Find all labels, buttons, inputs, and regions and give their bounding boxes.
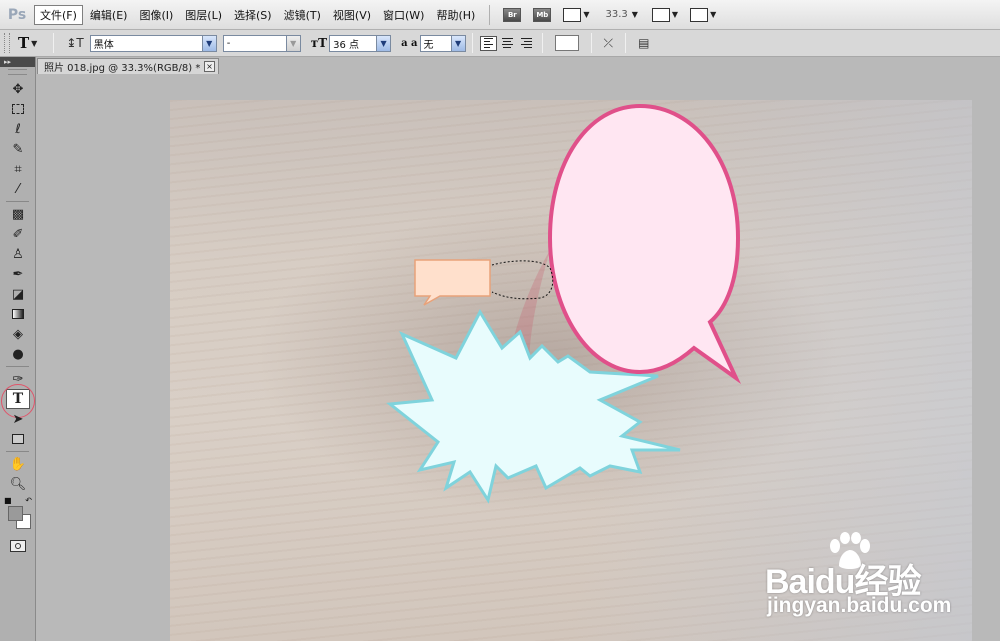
options-separator: [541, 33, 543, 53]
menu-layer[interactable]: 图层(L): [180, 6, 227, 24]
menu-separator: [489, 4, 491, 25]
chevron-down-icon: ▼: [583, 10, 590, 19]
photoshop-window: Ps 文件(F) 编辑(E) 图像(I) 图层(L) 选择(S) 滤镜(T) 视…: [0, 0, 1000, 641]
options-separator: [590, 33, 592, 53]
mini-bridge-button[interactable]: Mb: [533, 7, 552, 22]
warp-text-icon[interactable]: ⤫: [604, 36, 614, 51]
align-left-button[interactable]: [479, 35, 497, 51]
font-size-value: 36 点: [333, 39, 359, 51]
options-grip[interactable]: [4, 33, 10, 53]
brush-tool-icon[interactable]: ✐: [6, 224, 30, 244]
options-separator: [53, 33, 55, 53]
close-icon[interactable]: ×: [204, 61, 215, 72]
spot-healing-tool-icon[interactable]: ▩: [6, 204, 30, 224]
mini-bridge-icon: Mb: [533, 7, 552, 22]
arrange-documents-button[interactable]: ▼: [651, 7, 679, 22]
chevron-down-icon: ▼: [285, 35, 300, 51]
crop-tool-icon[interactable]: ⌗: [6, 159, 30, 179]
baidu-watermark: Baidu经验 jingyan.baidu.com: [765, 532, 985, 622]
chevron-down-icon: ▼: [201, 35, 216, 51]
menu-image[interactable]: 图像(I): [134, 6, 178, 24]
screen-mode-button[interactable]: ▼: [690, 7, 717, 22]
hand-tool-icon[interactable]: ✋: [6, 454, 30, 474]
color-swatches: ↶ ■: [4, 496, 34, 534]
menu-file[interactable]: 文件(F): [34, 4, 83, 25]
view-extras-button[interactable]: ▼: [563, 7, 590, 22]
swap-colors-icon[interactable]: ■: [4, 496, 12, 505]
screen-mode-icon: [690, 7, 709, 22]
tools-panel-grip[interactable]: [8, 69, 27, 75]
document-title: 照片 018.jpg @ 33.3%(RGB/8) *: [44, 63, 201, 74]
align-center-button[interactable]: [499, 36, 516, 51]
menu-filter[interactable]: 滤镜(T): [279, 6, 326, 24]
zoom-level[interactable]: 33.3: [606, 9, 628, 20]
font-style-value: -: [226, 37, 231, 49]
arrange-icon: [651, 7, 670, 22]
quick-mask-icon: [15, 543, 21, 549]
rect-callout[interactable]: [414, 259, 491, 306]
options-separator: [625, 33, 627, 53]
tools-panel: ▸▸ ✥ ℓ ✎ ⌗ ⁄ ▩ ✐ ♙ ✒ ◪ ◈ ● ✑ T ➤ ✋ 🔍︎ ↶ …: [0, 57, 36, 641]
antialias-icon: a a: [401, 37, 418, 49]
menu-help[interactable]: 帮助(H): [431, 6, 480, 24]
chevron-down-icon[interactable]: ▼: [632, 10, 638, 19]
type-tool-icon[interactable]: T: [1, 384, 35, 418]
align-right-button[interactable]: [518, 36, 535, 51]
eyedropper-tool-icon[interactable]: ⁄: [6, 179, 30, 199]
rectangle-tool-icon[interactable]: [6, 429, 30, 449]
options-separator: [471, 33, 473, 53]
chevron-down-icon: ▼: [710, 10, 717, 19]
type-tool-icon: T: [18, 34, 30, 52]
tools-separator: [6, 201, 29, 202]
tool-preset-picker[interactable]: T ▼: [18, 34, 37, 52]
font-style-select[interactable]: - ▼: [222, 34, 301, 52]
default-colors-icon[interactable]: ↶: [25, 496, 32, 505]
font-family-value: 黑体: [93, 39, 114, 51]
bridge-icon: Br: [503, 7, 522, 22]
lasso-tool-icon[interactable]: ℓ: [6, 119, 30, 139]
oval-speech-bubble[interactable]: [547, 103, 742, 385]
quick-mask-button[interactable]: [10, 540, 26, 552]
menu-view[interactable]: 视图(V): [328, 6, 376, 24]
font-size-select[interactable]: 36 点 ▼: [329, 34, 392, 52]
text-color-swatch[interactable]: [554, 35, 579, 51]
chevron-down-icon: ▼: [671, 10, 679, 19]
baidu-url-text: jingyan.baidu.com: [767, 594, 952, 617]
antialias-value: 无: [423, 39, 434, 51]
app-logo: Ps: [7, 6, 27, 23]
text-orientation-icon[interactable]: ↨T: [66, 36, 83, 50]
foreground-color-swatch[interactable]: [8, 506, 23, 521]
menu-select[interactable]: 选择(S): [229, 6, 277, 24]
tools-separator: [6, 366, 29, 367]
view-extras-icon: [563, 7, 582, 22]
font-family-select[interactable]: 黑体 ▼: [89, 34, 217, 52]
marquee-tool-icon[interactable]: [6, 99, 30, 119]
history-brush-tool-icon[interactable]: ✒: [6, 264, 30, 284]
quick-selection-tool-icon[interactable]: ✎: [6, 139, 30, 159]
document-tab[interactable]: 照片 018.jpg @ 33.3%(RGB/8) * ×: [37, 58, 219, 74]
path-selection-tool-icon[interactable]: ➤: [6, 409, 30, 429]
tools-panel-header[interactable]: ▸▸: [0, 57, 35, 67]
menu-window[interactable]: 窗口(W): [378, 6, 429, 24]
clone-stamp-tool-icon[interactable]: ♙: [6, 244, 30, 264]
zoom-tool-icon[interactable]: 🔍︎: [6, 474, 30, 494]
menu-edit[interactable]: 编辑(E): [85, 6, 133, 24]
eraser-tool-icon[interactable]: ◪: [6, 284, 30, 304]
options-bar: T ▼ ↨T 黑体 ▼ - ▼ ᴛT 36 点 ▼ a a 无 ▼ ⤫ ▤: [0, 30, 1000, 57]
blur-tool-icon[interactable]: ◈: [6, 324, 30, 344]
chevron-down-icon: ▼: [450, 35, 465, 51]
character-panel-icon[interactable]: ▤: [638, 36, 649, 50]
bridge-button[interactable]: Br: [503, 7, 522, 22]
dodge-tool-icon[interactable]: ●: [6, 344, 30, 364]
chevron-down-icon: ▼: [376, 35, 391, 51]
move-tool-icon[interactable]: ✥: [6, 79, 30, 99]
font-size-icon: ᴛT: [310, 36, 328, 50]
chevron-down-icon: ▼: [31, 38, 38, 48]
tools-separator: [6, 451, 29, 452]
menu-bar: Ps 文件(F) 编辑(E) 图像(I) 图层(L) 选择(S) 滤镜(T) 视…: [0, 0, 1000, 30]
antialias-select[interactable]: 无 ▼: [419, 34, 466, 52]
gradient-tool-icon[interactable]: [6, 304, 30, 324]
